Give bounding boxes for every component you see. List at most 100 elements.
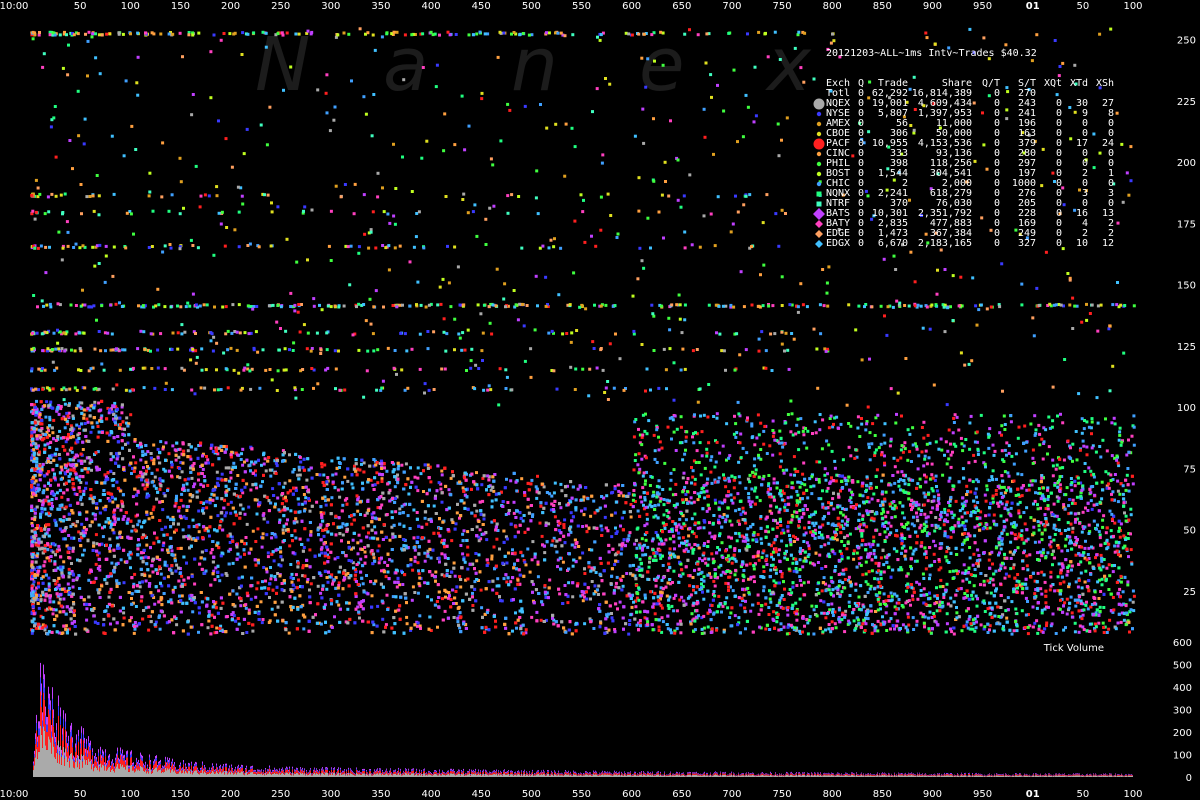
- trade-dot: [88, 497, 92, 501]
- trade-dot: [398, 507, 402, 511]
- trade-dot: [47, 582, 51, 586]
- trade-dot: [505, 580, 509, 584]
- trade-dot: [241, 463, 245, 467]
- trade-dot: [370, 594, 374, 598]
- trade-dot: [256, 581, 260, 585]
- trade-dot: [82, 489, 86, 493]
- trade-dot: [1105, 566, 1109, 570]
- trade-dot: [957, 524, 961, 528]
- trade-dot: [831, 614, 835, 617]
- trade-dot: [208, 534, 211, 538]
- trade-dot: [875, 485, 878, 489]
- trade-dot: [972, 552, 976, 556]
- trade-dot: [935, 489, 939, 493]
- trade-dot: [186, 449, 190, 453]
- trade-dot: [111, 500, 115, 504]
- trade-dot: [174, 458, 178, 462]
- trade-dot: [343, 569, 347, 573]
- trade-dot: [831, 588, 835, 592]
- trade-dot: [747, 496, 751, 500]
- trade-dot: [786, 496, 790, 500]
- trade-dot: [351, 538, 355, 542]
- trade-dot: [241, 447, 245, 451]
- trade-dot: [1073, 484, 1077, 488]
- trade-dot: [455, 511, 459, 515]
- trade-dot: [783, 556, 787, 560]
- trade-dot: [254, 595, 258, 599]
- trade-dot: [1046, 504, 1050, 508]
- trade-dot: [475, 509, 479, 513]
- trade-dot: [738, 522, 741, 526]
- trade-dot: [38, 473, 42, 477]
- trade-dot: [393, 485, 397, 489]
- trade-dot: [154, 620, 158, 624]
- trade-dot: [553, 481, 557, 485]
- trade-dot: [301, 502, 305, 506]
- trade-dot: [789, 495, 793, 499]
- trade-dot: [536, 474, 539, 478]
- trade-dot: [461, 552, 465, 556]
- trade-dot: [64, 624, 68, 628]
- trade-dot: [439, 487, 443, 491]
- trade-dot: [85, 607, 89, 611]
- trade-dot: [129, 566, 132, 570]
- trade-dot: [979, 583, 982, 587]
- trade-dot: [43, 560, 47, 564]
- trade-dot: [67, 567, 71, 571]
- trade-dot: [426, 595, 430, 599]
- trade-dot: [164, 441, 168, 445]
- trade-dot: [133, 528, 137, 532]
- trade-dot: [269, 577, 273, 581]
- trade-dot: [181, 528, 185, 532]
- trade-dot: [475, 471, 478, 475]
- trade-dot: [229, 500, 233, 504]
- trade-dot: [548, 578, 552, 582]
- trade-dot: [227, 479, 231, 483]
- trade-dot: [1036, 551, 1039, 555]
- trade-dot: [243, 512, 247, 516]
- trade-dot: [509, 580, 513, 584]
- trade-dot: [440, 500, 444, 504]
- trade-dot: [678, 517, 682, 521]
- trade-dot: [302, 546, 306, 549]
- trade-dot: [578, 556, 582, 560]
- trade-dot: [261, 532, 265, 536]
- trade-dot: [605, 494, 609, 498]
- trade-dot: [377, 544, 381, 548]
- trade-dot: [161, 508, 165, 512]
- trade-dot: [159, 572, 163, 576]
- trade-dot: [449, 598, 453, 601]
- trade-dot: [786, 529, 790, 533]
- trade-dot: [689, 496, 693, 500]
- trade-dot: [71, 585, 75, 589]
- trade-dot: [1123, 511, 1126, 515]
- trade-dot: [1111, 490, 1115, 494]
- trade-dot: [934, 516, 938, 519]
- trade-dot: [308, 509, 312, 513]
- trade-dot: [269, 474, 273, 478]
- trade-dot: [239, 604, 243, 608]
- trade-dot: [1033, 592, 1037, 596]
- trade-dot: [835, 538, 839, 542]
- trade-dot: [531, 582, 535, 586]
- trade-dot: [775, 620, 779, 624]
- trade-dot: [304, 496, 308, 500]
- trade-dot: [166, 515, 170, 519]
- trade-dot: [61, 445, 65, 448]
- trade-dot: [592, 627, 596, 630]
- trade-dot: [520, 477, 524, 481]
- trade-dot: [158, 627, 162, 631]
- trade-dot: [237, 622, 241, 626]
- trade-dot: [461, 532, 465, 536]
- trade-dot: [37, 581, 40, 585]
- trade-dot: [456, 620, 460, 624]
- trade-dot: [843, 630, 847, 634]
- trade-dot: [610, 612, 613, 615]
- trade-dot: [456, 616, 460, 620]
- trade-dot: [68, 472, 72, 476]
- trade-dot: [425, 522, 429, 526]
- trade-dot: [102, 617, 106, 621]
- trade-dot: [621, 574, 625, 578]
- trade-dot: [614, 526, 617, 530]
- trade-dot: [372, 623, 376, 627]
